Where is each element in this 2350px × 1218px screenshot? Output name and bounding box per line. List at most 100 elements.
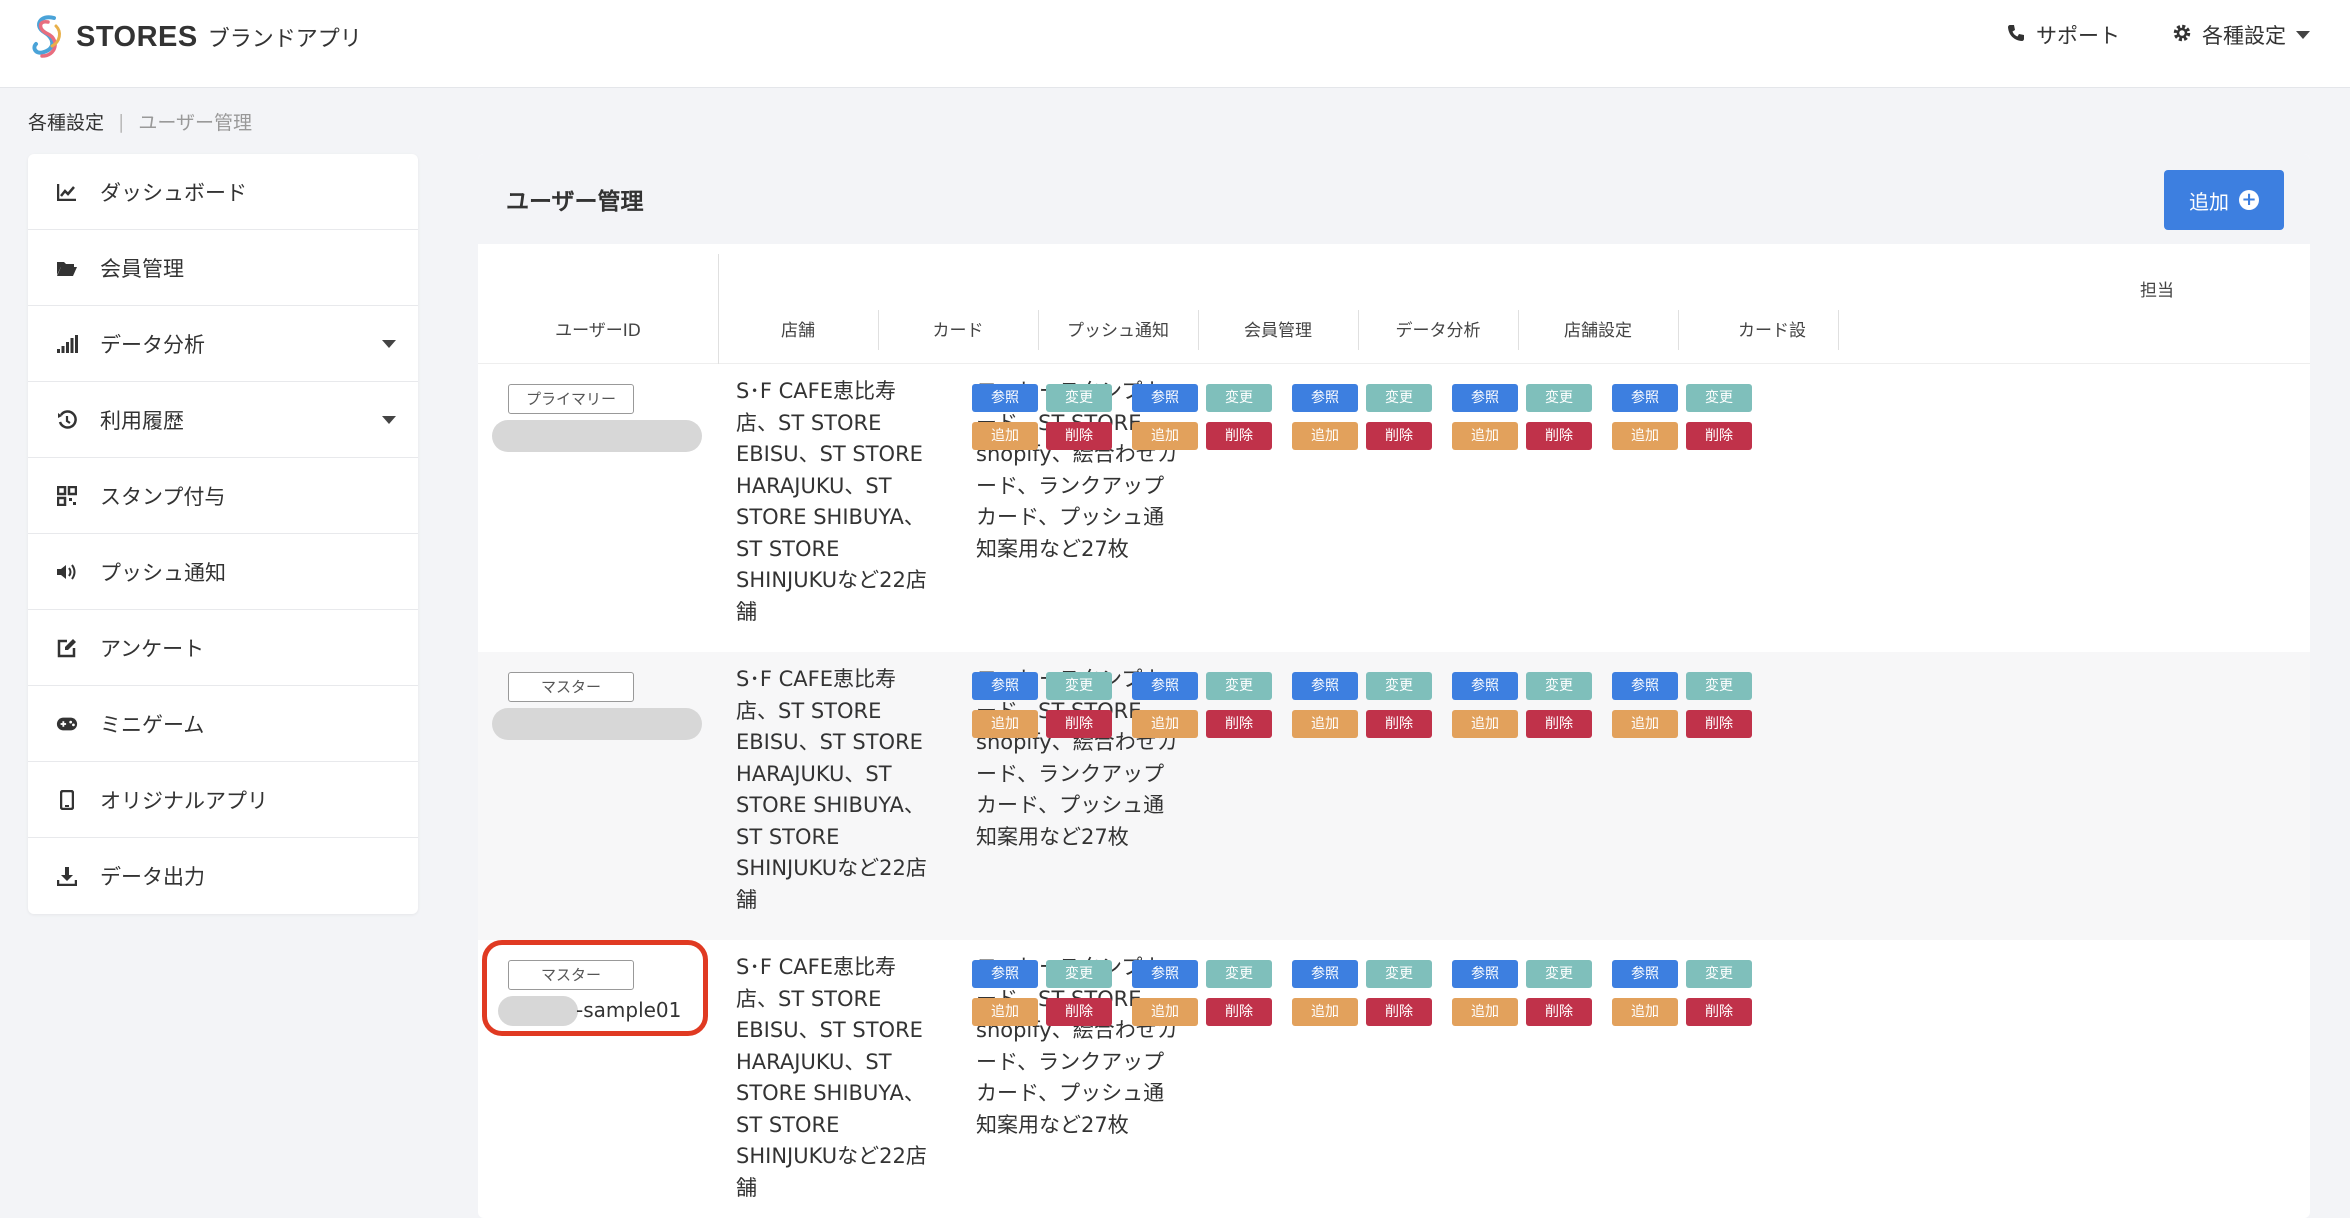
column-header-label: 会員管理 — [1244, 321, 1312, 341]
perm-view-button[interactable]: 参照 — [1452, 672, 1518, 700]
sidebar-item-4[interactable]: スタンプ付与 — [28, 458, 418, 534]
page-title: ユーザー管理 — [506, 189, 644, 215]
sidebar-item-1[interactable]: 会員管理 — [28, 230, 418, 306]
perm-edit-button[interactable]: 変更 — [1526, 960, 1592, 988]
perm-delete-button[interactable]: 削除 — [1206, 998, 1272, 1026]
perm-delete-button[interactable]: 削除 — [1686, 422, 1752, 450]
highlight-annotation — [482, 940, 708, 1036]
perm-edit-button[interactable]: 変更 — [1526, 672, 1592, 700]
perm-delete-button[interactable]: 削除 — [1526, 710, 1592, 738]
perm-delete-button[interactable]: 削除 — [1366, 422, 1432, 450]
role-badge: プライマリー — [508, 384, 634, 414]
perm-view-button[interactable]: 参照 — [972, 960, 1038, 988]
perm-add-button[interactable]: 追加 — [1452, 710, 1518, 738]
add-user-button[interactable]: 追加 + — [2164, 170, 2284, 230]
perm-view-button[interactable]: 参照 — [1292, 960, 1358, 988]
perm-add-button[interactable]: 追加 — [1292, 422, 1358, 450]
perm-edit-button[interactable]: 変更 — [1206, 384, 1272, 412]
perm-add-button[interactable]: 追加 — [1292, 998, 1358, 1026]
sidebar-item-8[interactable]: オリジナルアプリ — [28, 762, 418, 838]
perm-edit-button[interactable]: 変更 — [1366, 384, 1432, 412]
perm-delete-button[interactable]: 削除 — [1206, 422, 1272, 450]
perm-add-button[interactable]: 追加 — [1132, 710, 1198, 738]
perm-add-button[interactable]: 追加 — [1292, 710, 1358, 738]
sidebar-item-2[interactable]: データ分析 — [28, 306, 418, 382]
perm-add-button[interactable]: 追加 — [1612, 710, 1678, 738]
perm-edit-button[interactable]: 変更 — [1686, 960, 1752, 988]
table-row: マスター S･F CAFE恵比寿 店、ST STORE EBISU、ST STORE H… — [478, 652, 2310, 940]
user-management-panel: ユーザー管理 追加 + 担当 ユーザーID 店舗 カード プッシュ通知 会員管理 データ分… — [478, 154, 2310, 1218]
perm-add-button[interactable]: 追加 — [1452, 998, 1518, 1026]
perm-view-button[interactable]: 参照 — [1132, 672, 1198, 700]
sidebar-item-label: ミニゲーム — [100, 712, 205, 737]
perm-view-button[interactable]: 参照 — [1612, 960, 1678, 988]
table-header: 担当 ユーザーID 店舗 カード プッシュ通知 会員管理 データ分析 店舗設定 カード設 — [478, 244, 2310, 364]
stores-line: HARAJUKU、ST — [736, 473, 892, 498]
sidebar-item-6[interactable]: アンケート — [28, 610, 418, 686]
perm-add-button[interactable]: 追加 — [1452, 422, 1518, 450]
settings-menu[interactable]: 各種設定 — [2172, 20, 2310, 50]
breadcrumb-parent[interactable]: 各種設定 — [28, 108, 104, 135]
perm-view-button[interactable]: 参照 — [1452, 960, 1518, 988]
perm-add-button[interactable]: 追加 — [1612, 998, 1678, 1026]
perm-edit-button[interactable]: 変更 — [1046, 384, 1112, 412]
perm-add-button[interactable]: 追加 — [972, 710, 1038, 738]
perm-edit-button[interactable]: 変更 — [1046, 960, 1112, 988]
perm-edit-button[interactable]: 変更 — [1366, 672, 1432, 700]
perm-delete-button[interactable]: 削除 — [1366, 710, 1432, 738]
perm-edit-button[interactable]: 変更 — [1526, 384, 1592, 412]
stores-line: HARAJUKU、ST — [736, 1049, 892, 1074]
column-header-label: プッシュ通知 — [1067, 321, 1169, 341]
support-label: サポート — [2036, 24, 2120, 48]
perm-add-button[interactable]: 追加 — [972, 422, 1038, 450]
signal-bars-icon — [56, 333, 78, 355]
perm-view-button[interactable]: 参照 — [1292, 384, 1358, 412]
perm-delete-button[interactable]: 削除 — [1366, 998, 1432, 1026]
sidebar-item-label: オリジナルアプリ — [100, 788, 268, 813]
perm-delete-button[interactable]: 削除 — [1046, 998, 1112, 1026]
perm-delete-button[interactable]: 削除 — [1686, 998, 1752, 1026]
sidebar-item-9[interactable]: データ出力 — [28, 838, 418, 914]
sidebar-item-0[interactable]: ダッシュボード — [28, 154, 418, 230]
perm-edit-button[interactable]: 変更 — [1686, 384, 1752, 412]
column-divider — [1518, 310, 1519, 350]
logo[interactable]: STORES ブランドアプリ — [26, 12, 362, 62]
chevron-down-icon — [382, 416, 396, 424]
perm-view-button[interactable]: 参照 — [1612, 672, 1678, 700]
perm-delete-button[interactable]: 削除 — [1046, 710, 1112, 738]
column-header-2: カード — [878, 244, 1038, 364]
perm-edit-button[interactable]: 変更 — [1046, 672, 1112, 700]
top-header: STORES ブランドアプリ サポート 各種設定 — [0, 0, 2350, 88]
perm-add-button[interactable]: 追加 — [1132, 422, 1198, 450]
folder-open-icon — [56, 257, 78, 279]
cards-line: ード、ランクアップ — [976, 1049, 1165, 1074]
perm-view-button[interactable]: 参照 — [1292, 672, 1358, 700]
support-link[interactable]: サポート — [2006, 20, 2120, 50]
sidebar-item-3[interactable]: 利用履歴 — [28, 382, 418, 458]
perm-delete-button[interactable]: 削除 — [1046, 422, 1112, 450]
stores-line: 店、ST STORE — [736, 698, 882, 723]
perm-delete-button[interactable]: 削除 — [1526, 422, 1592, 450]
perm-view-button[interactable]: 参照 — [1612, 384, 1678, 412]
perm-view-button[interactable]: 参照 — [1452, 384, 1518, 412]
perm-view-button[interactable]: 参照 — [1132, 384, 1198, 412]
perm-edit-button[interactable]: 変更 — [1686, 672, 1752, 700]
cards-line: 知案用など27枚 — [976, 1112, 1129, 1137]
perm-edit-button[interactable]: 変更 — [1206, 960, 1272, 988]
perm-add-button[interactable]: 追加 — [1132, 998, 1198, 1026]
perm-view-button[interactable]: 参照 — [972, 384, 1038, 412]
group-header-assignee: 担当 — [2140, 281, 2174, 301]
column-divider — [1358, 310, 1359, 350]
perm-add-button[interactable]: 追加 — [1612, 422, 1678, 450]
perm-delete-button[interactable]: 削除 — [1206, 710, 1272, 738]
perm-add-button[interactable]: 追加 — [972, 998, 1038, 1026]
perm-view-button[interactable]: 参照 — [972, 672, 1038, 700]
perm-view-button[interactable]: 参照 — [1132, 960, 1198, 988]
brand-name: STORES — [76, 20, 198, 53]
perm-delete-button[interactable]: 削除 — [1526, 998, 1592, 1026]
sidebar-item-7[interactable]: ミニゲーム — [28, 686, 418, 762]
perm-delete-button[interactable]: 削除 — [1686, 710, 1752, 738]
sidebar-item-5[interactable]: プッシュ通知 — [28, 534, 418, 610]
perm-edit-button[interactable]: 変更 — [1366, 960, 1432, 988]
perm-edit-button[interactable]: 変更 — [1206, 672, 1272, 700]
